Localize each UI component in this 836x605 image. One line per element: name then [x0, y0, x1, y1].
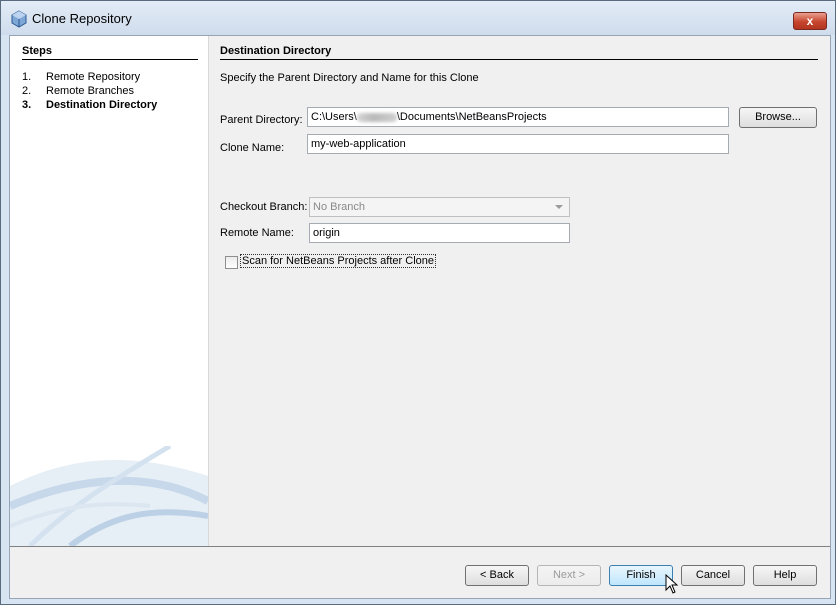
step-remote-branches: 2. Remote Branches	[22, 85, 134, 97]
cancel-button[interactable]: Cancel	[681, 565, 745, 586]
steps-heading: Steps	[22, 45, 52, 57]
checkout-branch-value: No Branch	[313, 201, 365, 213]
redacted-username	[356, 112, 397, 122]
dialog-content: Steps 1. Remote Repository 2. Remote Branc…	[9, 35, 831, 599]
remote-name-field[interactable]: origin	[309, 223, 570, 243]
netbeans-cube-icon	[11, 10, 27, 28]
step-label: Destination Directory	[46, 99, 158, 111]
remote-name-label: Remote Name:	[220, 227, 294, 239]
step-destination-directory: 3. Destination Directory	[22, 99, 157, 111]
panel-title: Destination Directory	[220, 45, 332, 57]
close-button[interactable]: x	[793, 12, 827, 30]
checkout-branch-select[interactable]: No Branch	[309, 197, 570, 217]
steps-panel: Steps 1. Remote Repository 2. Remote Branc…	[10, 36, 209, 546]
parent-directory-suffix: \Documents\NetBeansProjects	[396, 111, 547, 123]
next-button[interactable]: Next >	[537, 565, 601, 586]
chevron-down-icon	[555, 205, 563, 209]
checkout-branch-label: Checkout Branch:	[220, 201, 308, 213]
help-button[interactable]: Help	[753, 565, 817, 586]
parent-directory-label: Parent Directory:	[220, 114, 303, 126]
step-number: 3.	[22, 99, 32, 111]
clone-name-label: Clone Name:	[220, 142, 285, 154]
step-label: Remote Branches	[46, 85, 135, 97]
parent-directory-field[interactable]: C:\Users\ \Documents\NetBeansProjects	[307, 107, 729, 127]
mouse-cursor-icon	[665, 574, 679, 594]
clone-repository-dialog: Clone Repository x Steps 1. Remote Reposi…	[0, 0, 836, 605]
window-title: Clone Repository	[32, 11, 132, 26]
clone-name-field[interactable]: my-web-application	[307, 134, 729, 154]
step-number: 1.	[22, 71, 32, 83]
step-number: 2.	[22, 85, 32, 97]
parent-directory-prefix: C:\Users\	[311, 111, 357, 123]
panel-subtitle: Specify the Parent Directory and Name fo…	[220, 72, 479, 84]
browse-button[interactable]: Browse...	[739, 107, 817, 128]
panel-divider	[220, 59, 818, 60]
steps-divider	[22, 59, 198, 60]
step-remote-repository: 1. Remote Repository	[22, 71, 140, 83]
step-label: Remote Repository	[46, 71, 141, 83]
back-button[interactable]: < Back	[465, 565, 529, 586]
scan-projects-checkbox[interactable]	[225, 256, 238, 269]
finish-button[interactable]: Finish	[609, 565, 673, 586]
title-bar[interactable]: Clone Repository x	[1, 1, 835, 35]
wizard-swoosh-graphic	[10, 446, 208, 546]
footer-divider	[10, 546, 830, 547]
scan-projects-label[interactable]: Scan for NetBeans Projects after Clone	[240, 254, 436, 268]
